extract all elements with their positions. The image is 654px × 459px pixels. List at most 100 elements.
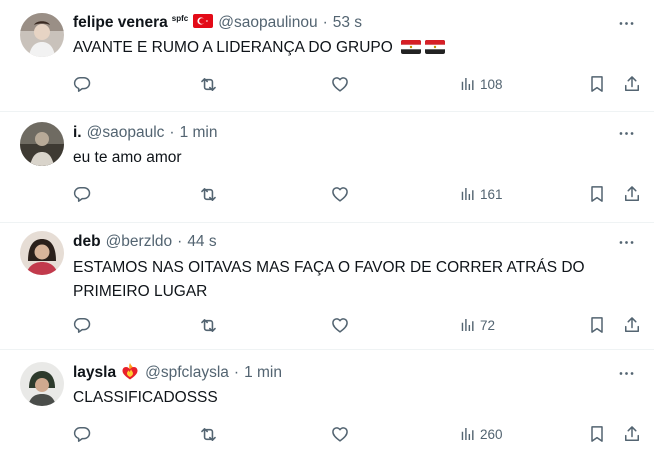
- like-button[interactable]: [330, 182, 350, 206]
- tweet-header: i. @saopaulc · 1 min: [73, 122, 217, 144]
- tweet[interactable]: felipe venera spfc @saopaulinou · 53 s A…: [0, 0, 654, 112]
- retweet-icon: [198, 184, 219, 205]
- retweet-icon: [198, 315, 219, 336]
- reply-button[interactable]: [72, 182, 92, 206]
- avatar[interactable]: [20, 362, 64, 406]
- timestamp[interactable]: 44 s: [187, 233, 216, 251]
- tweet-header: felipe venera spfc @saopaulinou · 53 s: [73, 12, 362, 34]
- retweet-button[interactable]: [198, 313, 219, 337]
- separator: ·: [177, 233, 183, 250]
- retweet-icon: [198, 424, 219, 445]
- tweet[interactable]: deb @berzldo · 44 s ESTAMOS NAS OITAVAS …: [0, 223, 654, 350]
- like-icon: [330, 74, 350, 94]
- reply-icon: [72, 315, 92, 335]
- retweet-button[interactable]: [198, 422, 219, 446]
- bookmark-button[interactable]: [587, 182, 607, 206]
- egypt-flag-icon: [401, 38, 421, 62]
- bookmark-icon: [587, 315, 607, 335]
- handle[interactable]: @saopaulc: [87, 124, 165, 142]
- share-icon: [622, 184, 642, 204]
- share-icon: [622, 315, 642, 335]
- tweet-text: ESTAMOS NAS OITAVAS MAS FAÇA O FAVOR DE …: [73, 256, 633, 304]
- share-button[interactable]: [622, 182, 642, 206]
- views-count: 108: [480, 76, 503, 92]
- reply-icon: [72, 184, 92, 204]
- tweet-text-content: AVANTE E RUMO A LIDERANÇA DO GRUPO: [73, 39, 393, 56]
- views-button[interactable]: 72: [458, 313, 495, 337]
- timestamp[interactable]: 1 min: [180, 124, 218, 142]
- display-name[interactable]: deb: [73, 233, 101, 251]
- views-count: 161: [480, 186, 503, 202]
- tweet-actions: 72: [0, 313, 654, 337]
- separator: ·: [322, 14, 328, 31]
- views-button[interactable]: 108: [458, 72, 503, 96]
- like-icon: [330, 184, 350, 204]
- tweet-text: CLASSIFICADOSSS: [73, 386, 633, 410]
- more-icon[interactable]: [616, 363, 636, 383]
- separator: ·: [169, 124, 175, 141]
- retweet-button[interactable]: [198, 72, 219, 96]
- tweet[interactable]: laysla @spfclaysla · 1 min CLASSIFICADOS…: [0, 350, 654, 459]
- display-name[interactable]: laysla: [73, 364, 116, 382]
- timestamp[interactable]: 1 min: [244, 364, 282, 382]
- reply-button[interactable]: [72, 72, 92, 96]
- tweet-header: laysla @spfclaysla · 1 min: [73, 362, 282, 384]
- display-name[interactable]: i.: [73, 124, 82, 142]
- bookmark-icon: [587, 184, 607, 204]
- tweet-header: deb @berzldo · 44 s: [73, 231, 217, 253]
- avatar[interactable]: [20, 122, 64, 166]
- share-button[interactable]: [622, 422, 642, 446]
- reply-icon: [72, 74, 92, 94]
- tweet-text: eu te amo amor: [73, 146, 633, 170]
- tweet-actions: 108: [0, 72, 654, 96]
- views-count: 260: [480, 426, 503, 442]
- more-icon[interactable]: [616, 232, 636, 252]
- views-button[interactable]: 260: [458, 422, 503, 446]
- bookmark-button[interactable]: [587, 422, 607, 446]
- retweet-button[interactable]: [198, 182, 219, 206]
- bookmark-icon: [587, 74, 607, 94]
- retweet-icon: [198, 74, 219, 95]
- bookmark-icon: [587, 424, 607, 444]
- handle[interactable]: @saopaulinou: [218, 14, 317, 32]
- views-icon: [458, 316, 476, 334]
- like-button[interactable]: [330, 422, 350, 446]
- handle[interactable]: @spfclaysla: [145, 364, 229, 382]
- tweet-actions: 260: [0, 422, 654, 446]
- separator: ·: [233, 364, 240, 381]
- views-icon: [458, 425, 476, 443]
- egypt-flag-icon: [425, 38, 445, 62]
- views-button[interactable]: 161: [458, 182, 503, 206]
- reply-button[interactable]: [72, 313, 92, 337]
- reply-button[interactable]: [72, 422, 92, 446]
- avatar[interactable]: [20, 231, 64, 275]
- share-button[interactable]: [622, 72, 642, 96]
- tweet-text-content: eu te amo amor: [73, 149, 182, 166]
- bookmark-button[interactable]: [587, 313, 607, 337]
- handle[interactable]: @berzldo: [106, 233, 173, 251]
- tweet-actions: 161: [0, 182, 654, 206]
- bookmark-button[interactable]: [587, 72, 607, 96]
- share-button[interactable]: [622, 313, 642, 337]
- heart-fire-emoji-icon: [120, 361, 140, 386]
- views-count: 72: [480, 317, 496, 333]
- timestamp[interactable]: 53 s: [333, 14, 362, 32]
- tweet-text-line: PRIMEIRO LUGAR: [73, 283, 208, 300]
- tweet-text-content: CLASSIFICADOSSS: [73, 389, 218, 406]
- more-icon[interactable]: [616, 123, 636, 143]
- tweet-text-line: ESTAMOS NAS OITAVAS MAS FAÇA O FAVOR DE …: [73, 259, 585, 276]
- tweet-text: AVANTE E RUMO A LIDERANÇA DO GRUPO: [73, 36, 633, 62]
- like-button[interactable]: [330, 72, 350, 96]
- tweet[interactable]: i. @saopaulc · 1 min eu te amo amor 161: [0, 112, 654, 223]
- display-name[interactable]: felipe venera: [73, 14, 168, 32]
- like-icon: [330, 424, 350, 444]
- turkey-flag-icon: [193, 13, 214, 33]
- views-icon: [458, 75, 476, 93]
- reply-icon: [72, 424, 92, 444]
- name-badge: spfc: [171, 13, 189, 23]
- share-icon: [622, 424, 642, 444]
- like-button[interactable]: [330, 313, 350, 337]
- views-icon: [458, 185, 476, 203]
- avatar[interactable]: [20, 13, 64, 57]
- more-icon[interactable]: [616, 13, 636, 33]
